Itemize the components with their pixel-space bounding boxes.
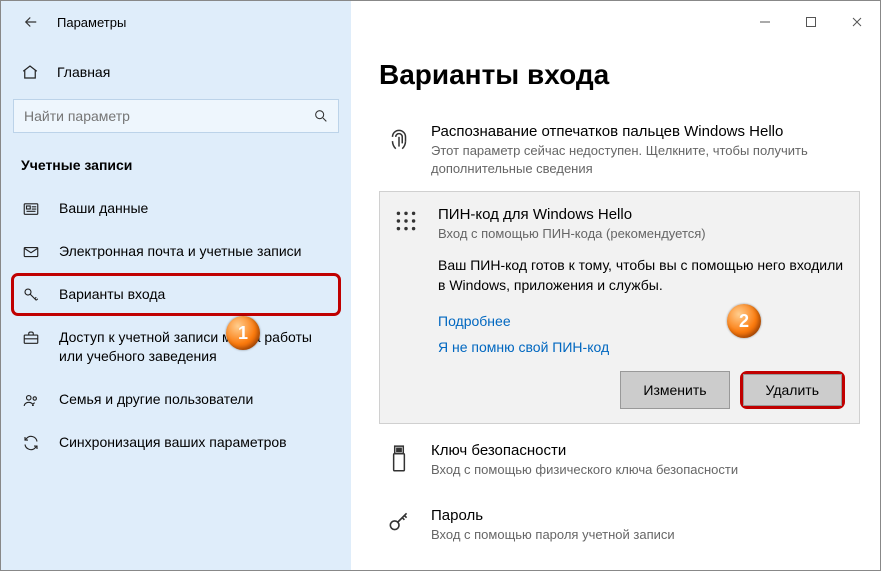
sync-icon [21, 434, 41, 452]
sidebar-home[interactable]: Главная [11, 53, 341, 91]
key-icon [21, 286, 41, 304]
page-title: Варианты входа [379, 59, 860, 91]
people-icon [21, 391, 41, 409]
sidebar-item-your-info[interactable]: Ваши данные [11, 187, 341, 230]
sidebar-item-sync[interactable]: Синхронизация ваших параметров [11, 421, 341, 464]
pin-learn-more-link[interactable]: Подробнее [438, 313, 845, 329]
minimize-button[interactable] [742, 2, 788, 42]
maximize-button[interactable] [788, 2, 834, 42]
close-button[interactable] [834, 2, 880, 42]
sidebar-item-family[interactable]: Семья и другие пользователи [11, 378, 341, 421]
pin-forgot-link[interactable]: Я не помню свой ПИН-код [438, 339, 845, 355]
option-pin[interactable]: ПИН-код для Windows Hello Вход с помощью… [390, 206, 845, 243]
sidebar-item-label: Синхронизация ваших параметров [59, 433, 287, 452]
sidebar-item-label: Электронная почта и учетные записи [59, 242, 301, 261]
option-security-key-title: Ключ безопасности [431, 442, 860, 459]
option-fingerprint[interactable]: Распознавание отпечатков пальцев Windows… [379, 109, 860, 191]
option-pin-card: ПИН-код для Windows Hello Вход с помощью… [379, 191, 860, 424]
pin-remove-button[interactable]: Удалить [743, 374, 842, 406]
option-fingerprint-title: Распознавание отпечатков пальцев Windows… [431, 123, 860, 140]
key-icon [383, 507, 415, 544]
sidebar-item-label: Варианты входа [59, 285, 165, 304]
usb-key-icon [383, 442, 415, 479]
pin-description: Ваш ПИН-код готов к тому, чтобы вы с пом… [438, 255, 845, 296]
pin-pad-icon [390, 206, 422, 243]
id-card-icon [21, 200, 41, 218]
option-pin-sub: Вход с помощью ПИН-кода (рекомендуется) [438, 225, 845, 243]
sidebar: Главная Учетные записи Ваши данные Э [1, 43, 351, 570]
mail-icon [21, 243, 41, 261]
sidebar-item-label: Ваши данные [59, 199, 148, 218]
sidebar-item-email-accounts[interactable]: Электронная почта и учетные записи [11, 230, 341, 273]
option-password-title: Пароль [431, 507, 860, 524]
sidebar-home-label: Главная [57, 64, 110, 80]
remove-button-highlight: Удалить [740, 371, 845, 409]
fingerprint-icon [383, 123, 415, 177]
search-input[interactable] [14, 108, 304, 124]
annotation-badge-2: 2 [727, 304, 761, 338]
search-box[interactable] [13, 99, 339, 133]
option-password[interactable]: Пароль Вход с помощью пароля учетной зап… [379, 493, 860, 558]
window-title: Параметры [57, 15, 126, 30]
option-pin-title: ПИН-код для Windows Hello [438, 206, 845, 223]
content: Варианты входа Распознавание отпечатков … [351, 43, 880, 570]
sidebar-item-work-access[interactable]: Доступ к учетной записи места работы или… [11, 316, 341, 378]
sidebar-item-label: Доступ к учетной записи места работы или… [59, 328, 331, 366]
sidebar-item-label: Семья и другие пользователи [59, 390, 253, 409]
sidebar-item-sign-in-options[interactable]: Варианты входа [11, 273, 341, 316]
option-security-key-sub: Вход с помощью физического ключа безопас… [431, 461, 860, 479]
option-fingerprint-sub: Этот параметр сейчас недоступен. Щелкнит… [431, 142, 860, 177]
pin-change-button[interactable]: Изменить [620, 371, 729, 409]
annotation-badge-1: 1 [226, 316, 260, 350]
back-button[interactable] [11, 2, 51, 42]
sidebar-section-title: Учетные записи [11, 147, 341, 187]
option-password-sub: Вход с помощью пароля учетной записи [431, 526, 860, 544]
option-security-key[interactable]: Ключ безопасности Вход с помощью физичес… [379, 428, 860, 493]
search-icon [304, 108, 338, 124]
home-icon [21, 63, 39, 81]
briefcase-icon [21, 329, 41, 347]
